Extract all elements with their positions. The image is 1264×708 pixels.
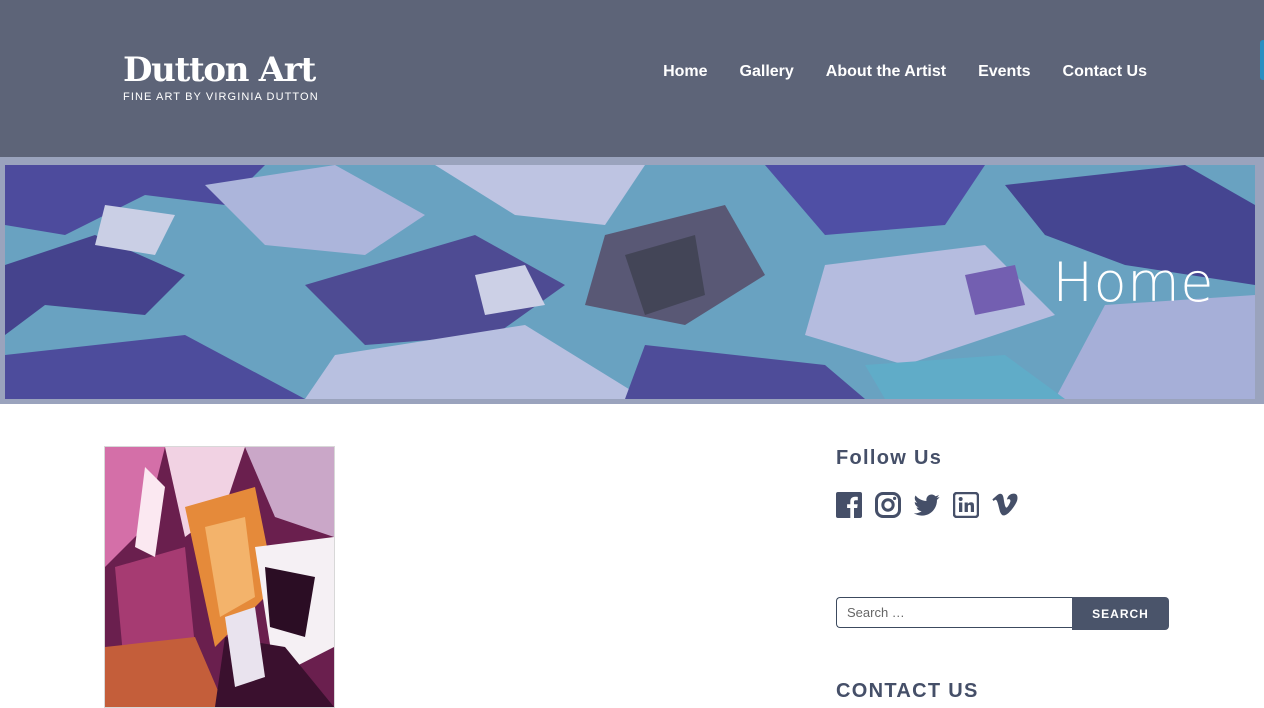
main-navigation: Home Gallery About the Artist Events Con… xyxy=(663,61,1147,83)
nav-item-home[interactable]: Home xyxy=(663,61,707,83)
search-button[interactable]: SEARCH xyxy=(1072,597,1169,630)
hero-banner: Home xyxy=(0,157,1264,404)
site-tagline: FINE ART BY VIRGINIA DUTTON xyxy=(123,91,319,103)
search-form: SEARCH xyxy=(836,597,1169,630)
nav-item-contact-us[interactable]: Contact Us xyxy=(1063,61,1147,83)
artwork-abstract-painting xyxy=(105,447,334,707)
nav-item-gallery[interactable]: Gallery xyxy=(740,61,794,83)
follow-us-heading: Follow Us xyxy=(836,447,943,469)
facebook-icon[interactable] xyxy=(836,491,862,519)
social-links xyxy=(836,491,1018,519)
edge-tab[interactable] xyxy=(1260,40,1264,80)
site-title[interactable]: Dutton Art xyxy=(123,50,319,90)
hero-page-title: Home xyxy=(1052,251,1214,314)
nav-item-events[interactable]: Events xyxy=(978,61,1030,83)
instagram-icon[interactable] xyxy=(875,491,901,519)
contact-us-heading: CONTACT US xyxy=(836,680,979,702)
search-input[interactable] xyxy=(836,597,1072,628)
vimeo-icon[interactable] xyxy=(992,491,1018,519)
site-branding[interactable]: Dutton Art FINE ART BY VIRGINIA DUTTON xyxy=(123,50,319,103)
site-header: Dutton Art FINE ART BY VIRGINIA DUTTON H… xyxy=(0,0,1264,157)
linkedin-icon[interactable] xyxy=(953,491,979,519)
nav-item-about-the-artist[interactable]: About the Artist xyxy=(826,61,946,83)
featured-artwork-image[interactable] xyxy=(104,446,335,708)
twitter-icon[interactable] xyxy=(914,491,940,519)
